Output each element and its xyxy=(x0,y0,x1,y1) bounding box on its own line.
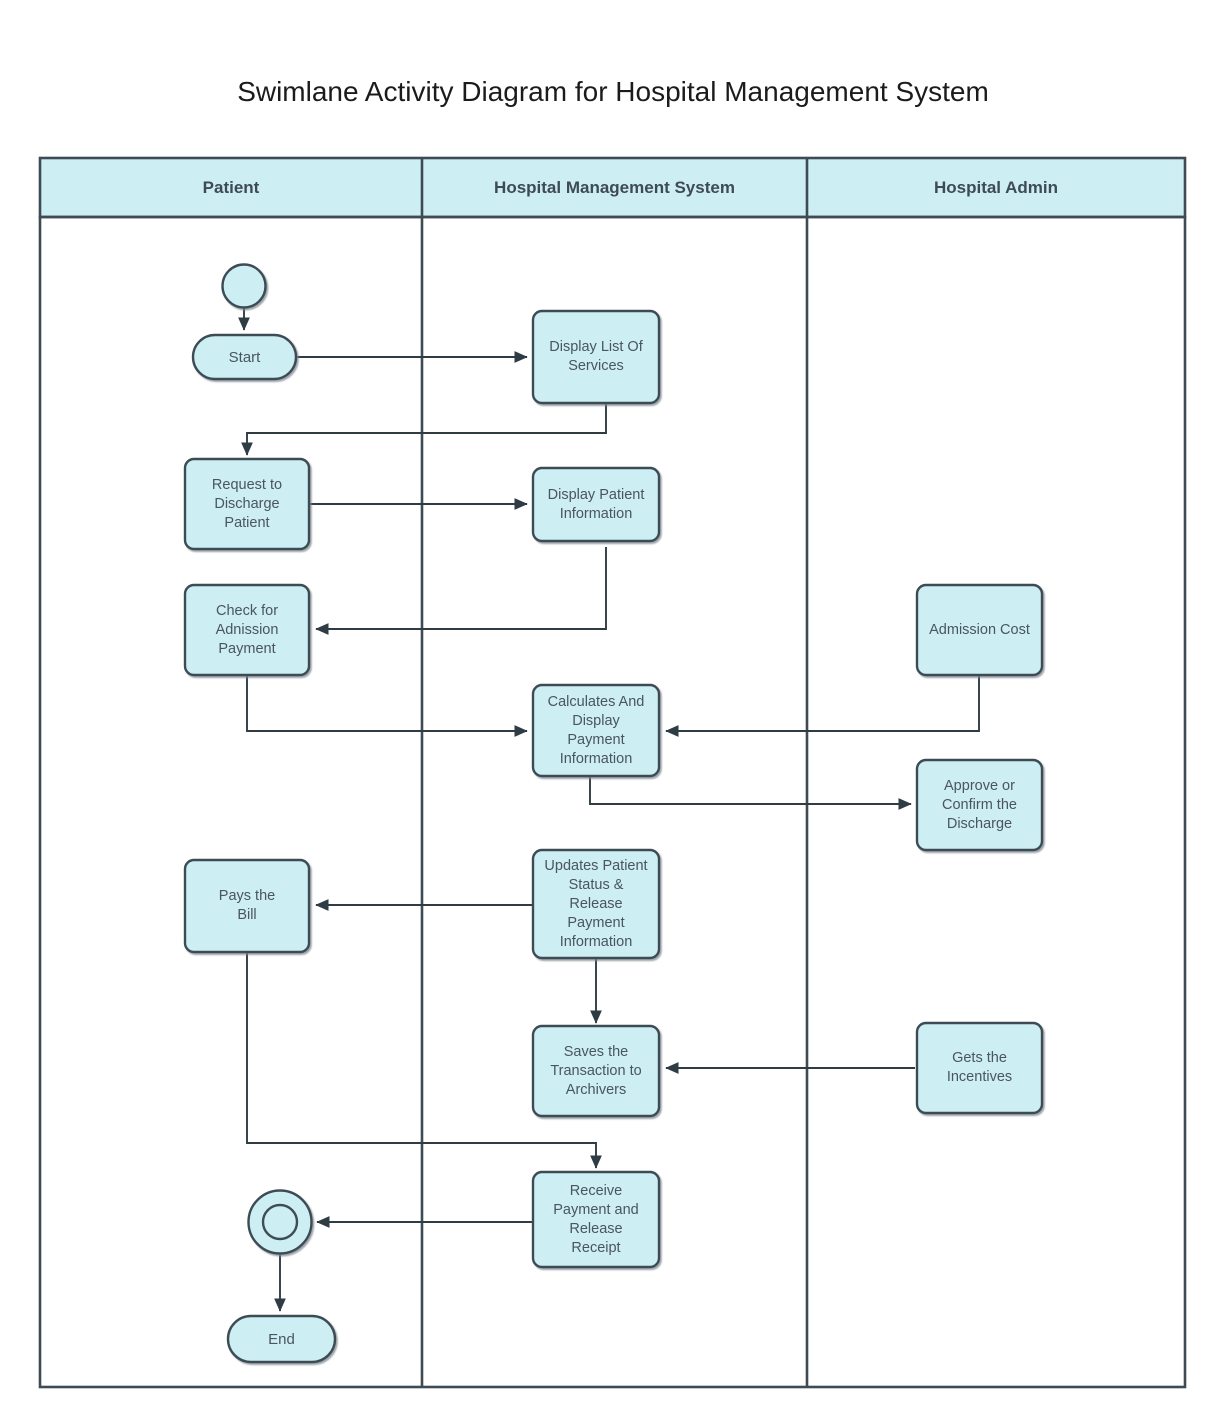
node-layer xyxy=(183,263,1044,1364)
edge-admission-cost-to-calculates-and-display-payment-information xyxy=(665,676,980,737)
node-display-list-of-services[interactable] xyxy=(531,309,661,405)
lane-header-patient: Patient xyxy=(202,178,260,197)
node-check-for-adnission-payment[interactable] xyxy=(183,583,311,677)
node-display-patient-information[interactable] xyxy=(531,466,661,543)
node-approve-or-confirm-the-discharge[interactable] xyxy=(915,758,1044,852)
node-saves-the-transaction-to-archivers[interactable] xyxy=(531,1024,661,1118)
node-gets-the-incentives[interactable] xyxy=(915,1021,1044,1115)
node-receive-payment-and-release-receipt[interactable] xyxy=(531,1170,661,1269)
edge-display-list-of-services-to-request-to-discharge-patient xyxy=(241,403,607,456)
edge-calculates-and-display-payment-information-to-approve-or-confirm-the-discharge xyxy=(589,776,912,810)
edge-check-for-adnission-payment-to-calculates-and-display-payment-information xyxy=(246,676,528,737)
edge-display-patient-information-to-check-for-adnission-payment xyxy=(315,547,607,635)
diagram-canvas xyxy=(38,156,1187,1389)
node-end-circle[interactable] xyxy=(247,1189,313,1255)
node-updates-patient-status-release-payment-information[interactable] xyxy=(531,848,661,960)
node-start[interactable] xyxy=(191,333,298,381)
lane-header-hospital-admin: Hospital Admin xyxy=(933,178,1059,197)
connector-layer xyxy=(238,307,980,1312)
node-end[interactable] xyxy=(226,1314,337,1364)
end-circle-inner xyxy=(261,1203,299,1241)
node-calculates-and-display-payment-information[interactable] xyxy=(531,683,661,778)
swimlane-activity-diagram: Swimlane Activity Diagram for Hospital M… xyxy=(0,0,1226,1424)
lane-header-hospital-management-system: Hospital Management System xyxy=(494,178,735,197)
node-pays-the-bill[interactable] xyxy=(183,858,311,954)
node-start-circle[interactable] xyxy=(221,263,267,309)
node-admission-cost[interactable] xyxy=(915,583,1044,677)
node-request-to-discharge-patient[interactable] xyxy=(183,457,311,551)
